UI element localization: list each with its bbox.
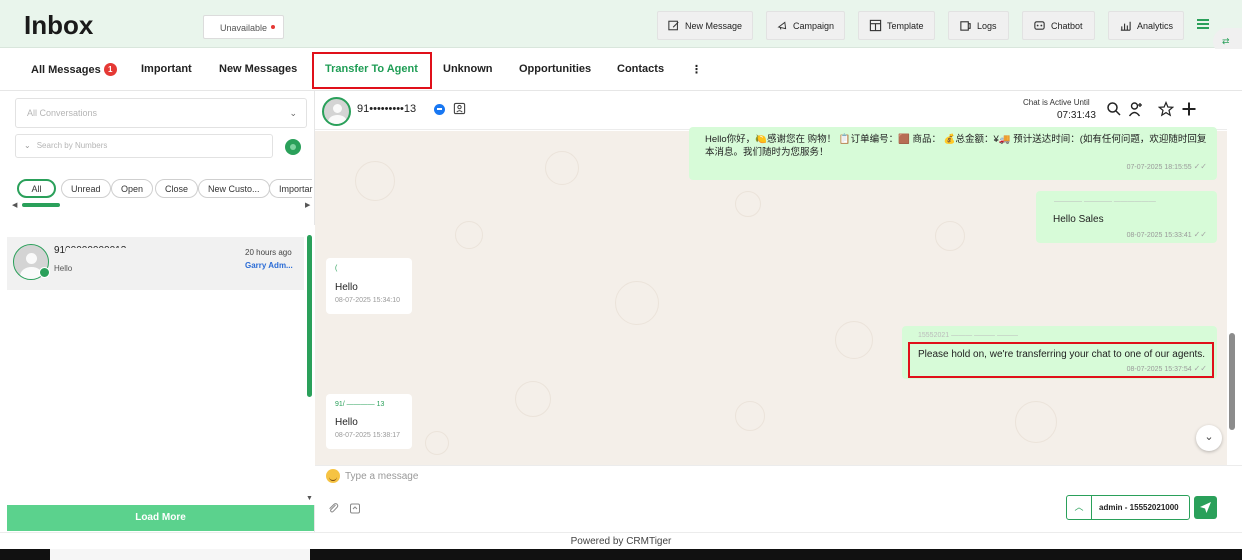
message-timestamp: 08-07-2025 15:38:17 [335,432,400,439]
template-button[interactable]: Template [858,11,935,40]
analytics-label: Analytics [1136,20,1173,31]
star-icon[interactable] [1158,101,1174,117]
tab-contacts[interactable]: Contacts [617,63,664,75]
logs-label: Logs [977,20,997,31]
message-highlight-frame [908,342,1214,378]
search-button[interactable] [285,139,301,155]
message-sender: ———— ———— —————— [1054,198,1156,205]
scroll-down-arrow-icon[interactable]: ▼ [306,495,313,502]
tab-unknown[interactable]: Unknown [443,63,493,75]
conversation-last-message: Hello [54,264,73,273]
template-label: Template [887,20,924,31]
pill-scrollbar-thumb[interactable] [22,203,60,207]
send-button[interactable] [1194,496,1217,519]
message-sender: ( [335,265,338,272]
chatbot-label: Chatbot [1051,20,1083,31]
search-placeholder: Search by Numbers [36,141,108,150]
page-title: Inbox [24,10,94,40]
filter-pill-important[interactable]: Importar [269,179,313,198]
conversation-filter-label: All Conversations [27,108,98,118]
load-more-button[interactable]: Load More [7,505,314,531]
scroll-left-icon[interactable]: ◀ [12,201,17,209]
message-text: Hello你好，🍋感谢您在 购物！ 📋订单编号：🟫 商品： 💰总金额：¥🚚 预计… [705,134,1207,158]
filter-pill-unread[interactable]: Unread [61,179,111,198]
agent-sender-select[interactable]: ︿ admin - 15552021000 [1066,495,1190,520]
attachment-icon[interactable] [327,502,339,514]
message-timestamp: 07-07-2025 18:15:55 ✓✓ [1126,162,1207,171]
scroll-to-bottom-button[interactable]: ⌄ [1196,425,1222,451]
message-sender: 91/ ———— 13 [335,401,385,408]
window-bottom-strip [50,549,310,560]
filter-pill-all[interactable]: All [17,179,56,198]
filter-pill-open[interactable]: Open [111,179,154,198]
whatsapp-badge-icon [39,267,50,278]
chat-active-until-label: Chat is Active Until [1023,98,1090,107]
powered-by-footer: Powered by CRMTiger [0,532,1242,549]
availability-status-label: Unavailable [220,23,268,33]
message-timestamp: 08-07-2025 15:34:10 [335,297,400,304]
message-bubble-incoming: ( Hello 08-07-2025 15:34:10 [326,258,412,314]
chat-active-until-time: 07:31:43 [1057,110,1096,121]
contact-card-icon[interactable] [453,102,466,115]
logs-icon [960,21,971,31]
conversation-filter-select[interactable]: All Conversations ⌄ [15,98,307,128]
message-text: Hello Sales [1053,214,1104,225]
conversation-scrollbar-thumb[interactable] [307,235,312,397]
tab-highlight-frame [312,52,432,89]
message-tabs: All Messages 1 Important New Messages Tra… [0,49,1242,91]
message-text: Hello [335,282,358,293]
campaign-button[interactable]: Campaign [766,11,845,40]
tab-all-messages[interactable]: All Messages 1 [31,63,117,76]
tab-important[interactable]: Important [141,63,192,75]
chat-contact-number: 91•••••••••13 [357,103,417,115]
send-icon [1200,502,1211,513]
analytics-icon [1120,21,1131,31]
plus-icon[interactable] [1181,101,1197,117]
filter-pill-close[interactable]: Close [155,179,199,198]
message-timestamp: 08-07-2025 15:33:41 ✓✓ [1126,230,1207,239]
scroll-right-icon[interactable]: ▶ [305,201,310,209]
message-sender: 15552021 ——— ——— ——— [918,332,1018,339]
masked-number-overlay [66,248,128,254]
message-text: Hello [335,417,358,428]
campaign-label: Campaign [792,20,834,31]
quick-template-icon[interactable] [349,502,361,514]
availability-status-select[interactable]: Unavailable [203,15,284,39]
message-bubble-outgoing: Hello你好，🍋感谢您在 购物！ 📋订单编号：🟫 商品： 💰总金额：¥🚚 预计… [689,127,1217,180]
new-message-icon [668,20,679,31]
add-user-icon[interactable] [1128,101,1144,117]
search-input[interactable]: ⌄ Search by Numbers [15,134,273,158]
agent-sender-label: admin - 15552021000 [1099,503,1179,512]
chat-scrollbar-thumb[interactable] [1229,333,1235,430]
chatbot-button[interactable]: Chatbot [1022,11,1095,40]
conversation-assigned-agent: Garry Adm... [245,261,293,270]
template-icon [869,19,882,32]
tab-opportunities[interactable]: Opportunities [519,63,591,75]
search-chevron-icon: ⌄ [24,141,31,150]
tab-all-messages-label: All Messages [31,64,101,76]
filter-pill-new-customer[interactable]: New Custo... [198,179,270,198]
chevron-up-icon: ︿ [1067,496,1092,519]
emoji-icon[interactable] [326,469,340,483]
unread-count-badge: 1 [103,63,117,76]
chat-messages-area [315,131,1227,465]
more-tabs-icon[interactable]: ⋮ [691,63,702,76]
hamburger-menu-icon[interactable] [1197,19,1209,31]
logs-button[interactable]: Logs [948,11,1009,40]
conversation-time: 20 hours ago [245,248,292,257]
chevron-down-icon: ⌄ [289,108,297,118]
status-dot-icon [271,25,275,29]
message-bubble-incoming: 91/ ———— 13 Hello 08-07-2025 15:38:17 [326,394,412,449]
message-input[interactable] [345,469,1225,483]
chatbot-icon [1034,21,1045,30]
chat-contact-avatar [322,97,351,126]
analytics-button[interactable]: Analytics [1108,11,1184,40]
campaign-icon [777,21,787,30]
messenger-icon [434,104,445,115]
message-bubble-outgoing: ———— ———— —————— Hello Sales 08-07-2025 … [1036,191,1217,243]
tab-new-messages[interactable]: New Messages [219,63,297,75]
search-icon[interactable] [1106,101,1122,117]
new-message-button[interactable]: New Message [657,11,753,40]
new-message-label: New Message [684,20,742,31]
